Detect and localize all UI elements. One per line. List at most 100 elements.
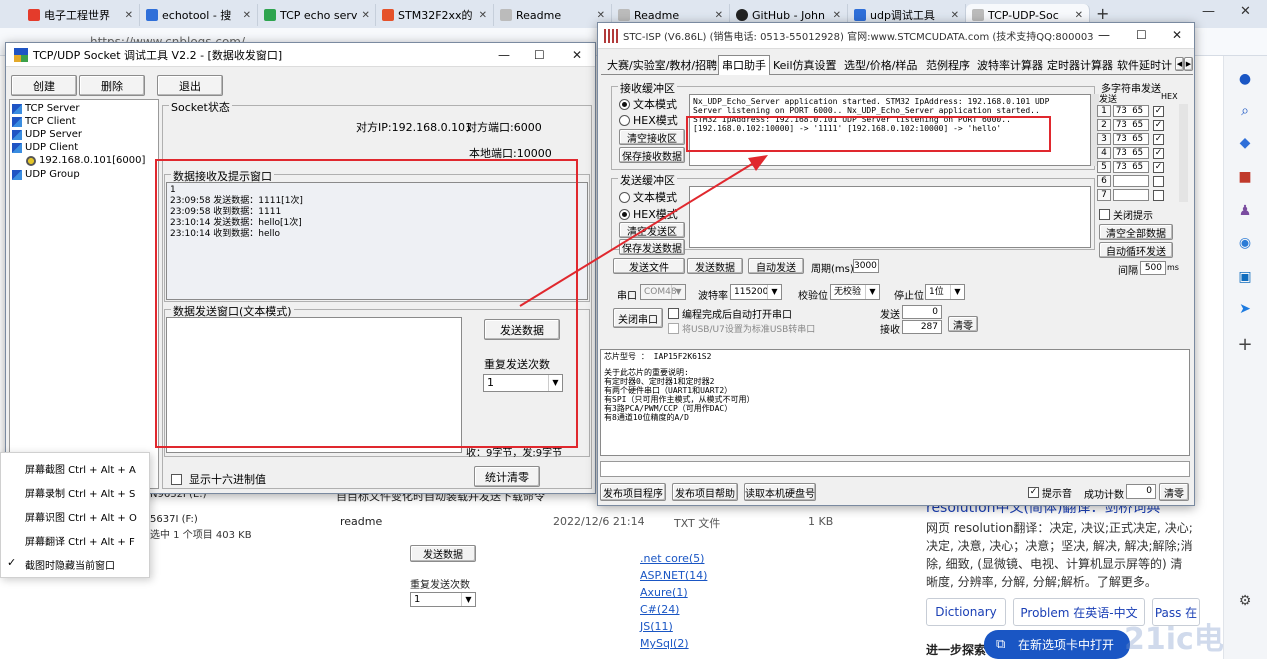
close-port-button[interactable]: 关闭串口 bbox=[613, 308, 663, 328]
tree-udp-server[interactable]: UDP Server bbox=[12, 129, 82, 140]
browser-tab-5[interactable]: Readme ✕ bbox=[494, 4, 612, 26]
menu-screenshot[interactable]: 屏幕截图 Ctrl + Alt + A bbox=[25, 461, 136, 476]
auto-open-checkbox[interactable]: 编程完成后自动打开串口 bbox=[668, 306, 792, 321]
menu-screen-recognize[interactable]: 屏幕识图 Ctrl + Alt + O bbox=[25, 509, 137, 524]
tab-serial-assistant[interactable]: 串口助手 bbox=[718, 55, 770, 75]
period-input[interactable]: 3000 bbox=[853, 259, 879, 273]
settings-icon[interactable]: ⚙ bbox=[1236, 592, 1254, 610]
person-icon[interactable]: ♟ bbox=[1236, 202, 1254, 220]
baud-select[interactable]: 115200 ▼ bbox=[730, 284, 782, 300]
tab-selection[interactable]: 选型/价格/样品 bbox=[840, 55, 921, 75]
save-recv-button[interactable]: 保存接收数据 bbox=[619, 147, 685, 163]
explorer-file-readme[interactable]: readme bbox=[340, 515, 382, 528]
stc-send-textarea[interactable] bbox=[689, 186, 1091, 248]
browser-tab-3[interactable]: TCP echo serv ✕ bbox=[258, 4, 376, 26]
clear-recv-button[interactable]: 清空接收区 bbox=[619, 129, 685, 145]
recv-textarea[interactable]: 1 23:09:58 发送数据：1111[1次] 23:09:58 收到数据：1… bbox=[166, 182, 588, 300]
close-icon[interactable]: ✕ bbox=[1172, 28, 1182, 42]
repeat-select[interactable]: 1 ▼ bbox=[483, 374, 563, 392]
usb-cdc-checkbox[interactable]: 将USB/U7设置为标准USB转串口 bbox=[668, 322, 815, 335]
clear-all-button[interactable]: 清空全部数据 bbox=[1099, 224, 1173, 240]
stc-recv-textarea[interactable]: Nx_UDP_Echo_Server application started. … bbox=[689, 94, 1091, 166]
link-axure[interactable]: Axure(1) bbox=[640, 586, 688, 599]
tag-icon[interactable]: ◆ bbox=[1236, 134, 1254, 152]
dictionary-button[interactable]: Dictionary bbox=[926, 598, 1006, 626]
tab-delay-calc[interactable]: 软件延时计 bbox=[1113, 55, 1175, 75]
publish-project-button[interactable]: 发布项目程序 bbox=[600, 483, 666, 501]
add-icon[interactable]: + bbox=[1236, 336, 1254, 354]
exit-button[interactable]: 退出 bbox=[157, 75, 223, 96]
new-tab-icon[interactable]: + bbox=[1096, 4, 1109, 23]
minimize-icon[interactable]: — bbox=[1202, 4, 1215, 19]
close-icon[interactable]: ✕ bbox=[951, 10, 959, 21]
menu-hide-window[interactable]: 截图时隐藏当前窗口 bbox=[25, 557, 115, 572]
tab-baud-calc[interactable]: 波特率计算器 bbox=[973, 55, 1047, 75]
tree-tcp-client[interactable]: TCP Client bbox=[12, 116, 76, 127]
send-file-button[interactable]: 发送文件 bbox=[613, 258, 685, 274]
multi-row-6[interactable]: 6 bbox=[1097, 174, 1164, 188]
link-netcore[interactable]: .net core(5) bbox=[640, 552, 704, 565]
send-textarea[interactable] bbox=[166, 317, 462, 453]
tab-competition[interactable]: 大赛/实验室/教材/招聘 bbox=[603, 55, 721, 75]
recv-hex-mode-radio[interactable]: HEX模式 bbox=[619, 112, 678, 128]
close-icon[interactable]: ✕ bbox=[243, 10, 251, 21]
multi-scrollbar[interactable] bbox=[1179, 104, 1188, 202]
stc-send-data-button[interactable]: 发送数据 bbox=[687, 258, 743, 274]
menu-screen-record[interactable]: 屏幕录制 Ctrl + Alt + S bbox=[25, 485, 135, 500]
multi-row-4[interactable]: 4 73 65 ✓ bbox=[1097, 146, 1164, 160]
close-icon[interactable]: ✕ bbox=[572, 48, 582, 62]
create-button[interactable]: 创建 bbox=[11, 75, 77, 96]
close-icon[interactable]: ✕ bbox=[597, 10, 605, 21]
browser-tab-1[interactable]: 电子工程世界 ✕ bbox=[22, 4, 140, 26]
tab-examples[interactable]: 范例程序 bbox=[922, 55, 974, 75]
auto-loop-button[interactable]: 自动循环发送 bbox=[1099, 242, 1173, 258]
clear-stats-button[interactable]: 统计清零 bbox=[474, 466, 540, 487]
clear-send-button[interactable]: 清空发送区 bbox=[619, 222, 685, 238]
tab-keil[interactable]: Keil仿真设置 bbox=[769, 55, 841, 75]
office-icon[interactable]: ◉ bbox=[1236, 234, 1254, 252]
hex-display-checkbox[interactable]: 显示十六进制值 bbox=[171, 471, 266, 487]
tree-udp-client-connection[interactable]: 192.168.0.101[6000] bbox=[26, 155, 145, 166]
minimize-icon[interactable]: — bbox=[498, 48, 510, 62]
close-icon[interactable]: ✕ bbox=[1240, 4, 1251, 19]
read-disk-id-button[interactable]: 读取本机硬盘号 bbox=[744, 483, 816, 501]
close-icon[interactable]: ✕ bbox=[361, 10, 369, 21]
tree-udp-group[interactable]: UDP Group bbox=[12, 169, 80, 180]
close-tips-checkbox[interactable]: 关闭提示 bbox=[1099, 207, 1153, 222]
beep-checkbox[interactable]: ✓ 提示音 bbox=[1028, 485, 1072, 500]
bg-send-button[interactable]: 发送数据 bbox=[410, 545, 476, 562]
tab-scroll-right-icon[interactable]: ▶ bbox=[1184, 57, 1193, 71]
bg-repeat-select[interactable]: 1 ▼ bbox=[410, 592, 476, 607]
open-new-tab-button[interactable]: ⧉ 在新选项卡中打开 bbox=[984, 630, 1130, 659]
close-icon[interactable]: ✕ bbox=[715, 10, 723, 21]
send-data-button[interactable]: 发送数据 bbox=[484, 319, 560, 340]
tree-udp-client[interactable]: UDP Client bbox=[12, 142, 78, 153]
send-text-mode-radio[interactable]: 文本模式 bbox=[619, 189, 677, 205]
interval-input[interactable]: 500 bbox=[1140, 261, 1166, 275]
tree-tcp-server[interactable]: TCP Server bbox=[12, 103, 80, 114]
tab-timer-calc[interactable]: 定时器计算器 bbox=[1043, 55, 1117, 75]
link-js[interactable]: JS(11) bbox=[640, 620, 673, 633]
bell-icon[interactable]: ● bbox=[1236, 70, 1254, 88]
multi-row-7[interactable]: 7 bbox=[1097, 188, 1164, 202]
close-icon[interactable]: ✕ bbox=[1075, 10, 1083, 21]
close-icon[interactable]: ✕ bbox=[125, 10, 133, 21]
search-icon[interactable]: ⌕ bbox=[1236, 102, 1254, 120]
multi-row-2[interactable]: 2 73 65 ✓ bbox=[1097, 118, 1164, 132]
maximize-icon[interactable]: ☐ bbox=[534, 48, 545, 62]
send-hex-mode-radio[interactable]: HEX模式 bbox=[619, 206, 678, 222]
auto-send-button[interactable]: 自动发送 bbox=[748, 258, 804, 274]
link-csharp[interactable]: C#(24) bbox=[640, 603, 679, 616]
minimize-icon[interactable]: — bbox=[1098, 28, 1110, 42]
stop-select[interactable]: 1位 ▼ bbox=[925, 284, 965, 300]
outlook-icon[interactable]: ▣ bbox=[1236, 268, 1254, 286]
maximize-icon[interactable]: ☐ bbox=[1136, 28, 1147, 42]
clear-success-button[interactable]: 清零 bbox=[1159, 483, 1189, 501]
multi-row-3[interactable]: 3 73 65 ✓ bbox=[1097, 132, 1164, 146]
save-send-button[interactable]: 保存发送数据 bbox=[619, 239, 685, 255]
menu-screen-translate[interactable]: 屏幕翻译 Ctrl + Alt + F bbox=[25, 533, 135, 548]
link-aspnet[interactable]: ASP.NET(14) bbox=[640, 569, 707, 582]
multi-row-5[interactable]: 5 73 65 ✓ bbox=[1097, 160, 1164, 174]
browser-tab-4[interactable]: STM32F2xx的 ✕ bbox=[376, 4, 494, 26]
multi-row-1[interactable]: 1 73 65 ✓ bbox=[1097, 104, 1164, 118]
